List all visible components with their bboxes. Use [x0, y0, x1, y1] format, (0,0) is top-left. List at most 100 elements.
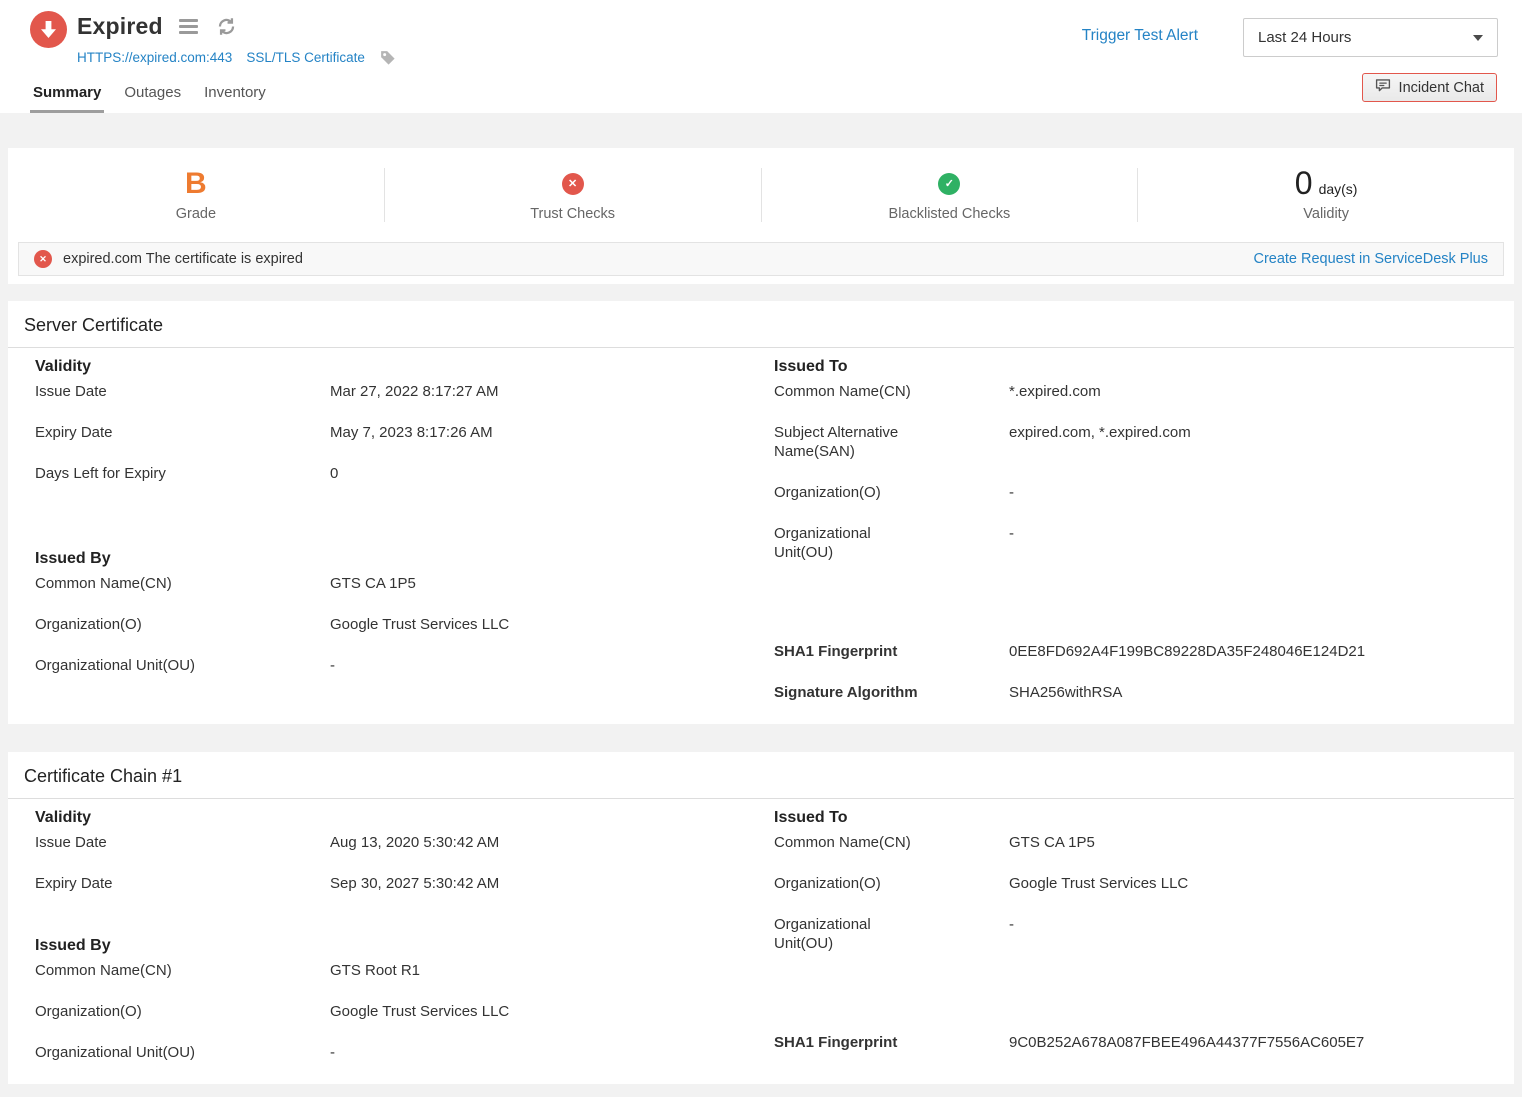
tabs: Summary Outages Inventory — [30, 84, 269, 113]
menu-icon[interactable] — [177, 17, 200, 36]
server-cert-right-column: Issued To Common Name(CN) *.expired.com … — [755, 356, 1494, 724]
create-request-link[interactable]: Create Request in ServiceDesk Plus — [1253, 251, 1488, 267]
tab-inventory[interactable]: Inventory — [201, 84, 269, 113]
field-label: Organizational Unit(OU) — [774, 915, 1009, 953]
status-row: B Grade ✕ Trust Checks ✓ Blacklisted Che… — [8, 148, 1514, 234]
field-row: Expiry Date May 7, 2023 8:17:26 AM — [35, 423, 755, 442]
field-value: Google Trust Services LLC — [1009, 874, 1188, 893]
status-summary-panel: B Grade ✕ Trust Checks ✓ Blacklisted Che… — [8, 148, 1514, 284]
field-value: GTS Root R1 — [330, 961, 420, 980]
field-row: Common Name(CN) *.expired.com — [774, 382, 1494, 401]
field-value: - — [1009, 524, 1014, 562]
field-value: GTS CA 1P5 — [1009, 833, 1095, 852]
grade-value: B — [185, 169, 207, 199]
field-row: Issue Date Aug 13, 2020 5:30:42 AM — [35, 833, 755, 852]
validity-label: Validity — [1138, 206, 1514, 222]
field-row: Common Name(CN) GTS CA 1P5 — [774, 833, 1494, 852]
field-label: Common Name(CN) — [35, 574, 330, 593]
monitor-down-icon — [30, 11, 67, 48]
field-label: Issue Date — [35, 833, 330, 852]
monitor-url-link[interactable]: HTTPS://expired.com:443 — [77, 50, 232, 65]
tab-outages[interactable]: Outages — [121, 84, 184, 113]
field-value: Mar 27, 2022 8:17:27 AM — [330, 382, 498, 401]
chat-icon — [1375, 78, 1391, 97]
issued-to-group: Issued To Common Name(CN) *.expired.com … — [774, 356, 1494, 562]
alert-bar: ✕ expired.com The certificate is expired… — [18, 242, 1504, 276]
group-heading: Issued By — [35, 548, 755, 569]
chain-right-column: Issued To Common Name(CN) GTS CA 1P5 Org… — [755, 807, 1494, 1084]
field-value: SHA256withRSA — [1009, 683, 1122, 702]
group-heading: Validity — [35, 356, 755, 377]
field-value: - — [330, 1043, 335, 1062]
field-value: 0EE8FD692A4F199BC89228DA35F248046E124D21 — [1009, 642, 1365, 661]
field-row: Issue Date Mar 27, 2022 8:17:27 AM — [35, 382, 755, 401]
field-row: SHA1 Fingerprint 0EE8FD692A4F199BC89228D… — [774, 642, 1494, 661]
error-icon: ✕ — [34, 250, 52, 268]
field-label: Expiry Date — [35, 423, 330, 442]
field-label: Organizational Unit(OU) — [35, 656, 330, 675]
success-icon: ✓ — [938, 173, 960, 195]
incident-chat-label: Incident Chat — [1399, 80, 1484, 96]
field-row: Expiry Date Sep 30, 2027 5:30:42 AM — [35, 874, 755, 893]
time-range-value: Last 24 Hours — [1258, 29, 1351, 46]
chain-left-column: Validity Issue Date Aug 13, 2020 5:30:42… — [35, 807, 755, 1084]
field-value: GTS CA 1P5 — [330, 574, 416, 593]
field-row: Organizational Unit(OU) - — [774, 915, 1494, 953]
field-value: Google Trust Services LLC — [330, 615, 509, 634]
validity-group: Validity Issue Date Mar 27, 2022 8:17:27… — [35, 356, 755, 483]
field-label: Days Left for Expiry — [35, 464, 330, 483]
field-value: Google Trust Services LLC — [330, 1002, 509, 1021]
field-row: Days Left for Expiry 0 — [35, 464, 755, 483]
field-label: Signature Algorithm — [774, 683, 1009, 702]
monitor-type-link[interactable]: SSL/TLS Certificate — [246, 50, 365, 65]
refresh-icon[interactable] — [216, 16, 237, 37]
title-block: Expired HTTPS://expired.com:443 SSL/TLS … — [77, 13, 396, 66]
blacklisted-checks-status: ✓ Blacklisted Checks — [762, 168, 1139, 222]
field-value: 0 — [330, 464, 338, 483]
grade-label: Grade — [8, 206, 384, 222]
section-title: Certificate Chain #1 — [8, 752, 1514, 799]
field-label: SHA1 Fingerprint — [774, 642, 1009, 661]
tab-summary[interactable]: Summary — [30, 84, 104, 113]
validity-status: 0 day(s) Validity — [1138, 168, 1514, 222]
tag-icon[interactable] — [379, 49, 396, 66]
field-value: - — [1009, 483, 1014, 502]
monitor-detail-page: Expired HTTPS://expired.com:443 SSL/TLS … — [0, 0, 1522, 1097]
field-value: May 7, 2023 8:17:26 AM — [330, 423, 493, 442]
field-label: Common Name(CN) — [35, 961, 330, 980]
time-range-select[interactable]: Last 24 Hours — [1243, 18, 1498, 57]
group-heading: Issued To — [774, 807, 1494, 828]
server-certificate-section: Server Certificate Validity Issue Date M… — [8, 301, 1514, 724]
caret-down-icon — [1473, 35, 1483, 41]
field-label: Organization(O) — [35, 615, 330, 634]
field-row: Organization(O) - — [774, 483, 1494, 502]
field-value: *.expired.com — [1009, 382, 1101, 401]
validity-unit: day(s) — [1319, 181, 1358, 197]
blacklisted-checks-label: Blacklisted Checks — [762, 206, 1138, 222]
field-row: Organization(O) Google Trust Services LL… — [35, 615, 755, 634]
field-row: Organizational Unit(OU) - — [35, 1043, 755, 1062]
field-row: Organizational Unit(OU) - — [35, 656, 755, 675]
main-content: B Grade ✕ Trust Checks ✓ Blacklisted Che… — [0, 148, 1522, 1084]
issued-to-group: Issued To Common Name(CN) GTS CA 1P5 Org… — [774, 807, 1494, 953]
field-value: - — [330, 656, 335, 675]
field-label: Organizational Unit(OU) — [774, 524, 1009, 562]
group-heading: Issued To — [774, 356, 1494, 377]
trigger-test-alert-link[interactable]: Trigger Test Alert — [1082, 27, 1198, 45]
server-cert-left-column: Validity Issue Date Mar 27, 2022 8:17:27… — [35, 356, 755, 724]
field-row: Common Name(CN) GTS Root R1 — [35, 961, 755, 980]
incident-chat-button[interactable]: Incident Chat — [1362, 73, 1497, 102]
fingerprint-group: SHA1 Fingerprint 9C0B252A678A087FBEE496A… — [774, 1033, 1494, 1052]
header: Expired HTTPS://expired.com:443 SSL/TLS … — [0, 0, 1522, 113]
field-value: Sep 30, 2027 5:30:42 AM — [330, 874, 499, 893]
field-label: Common Name(CN) — [774, 833, 1009, 852]
grade-status: B Grade — [8, 168, 385, 222]
error-icon: ✕ — [562, 173, 584, 195]
field-value: 9C0B252A678A087FBEE496A44377F7556AC605E7 — [1009, 1033, 1364, 1052]
field-label: Expiry Date — [35, 874, 330, 893]
field-label: Common Name(CN) — [774, 382, 1009, 401]
field-label: SHA1 Fingerprint — [774, 1033, 1009, 1052]
field-label: Subject Alternative Name(SAN) — [774, 423, 1009, 461]
validity-group: Validity Issue Date Aug 13, 2020 5:30:42… — [35, 807, 755, 893]
certificate-chain-section: Certificate Chain #1 Validity Issue Date… — [8, 752, 1514, 1084]
